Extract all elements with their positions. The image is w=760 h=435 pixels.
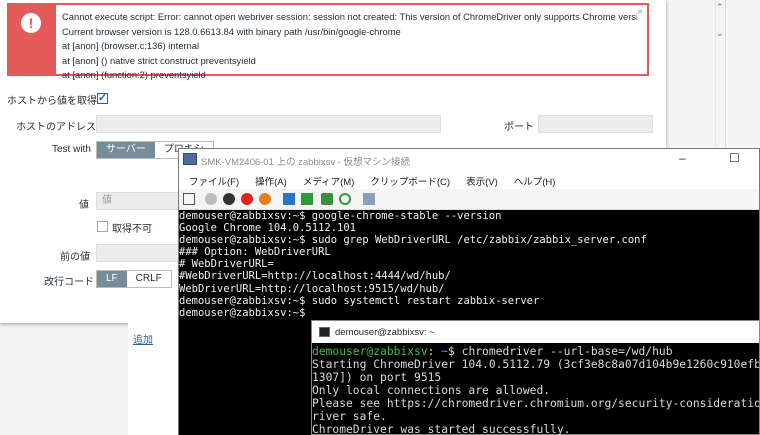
divider: [715, 0, 716, 148]
output-line: Only local connections are allowed.: [312, 384, 551, 397]
pause-icon[interactable]: [283, 193, 295, 205]
chevron-down-icon[interactable]: ⌄: [716, 28, 724, 39]
fetch-from-host-label: ホストから値を取得: [7, 96, 97, 107]
vm-menu-bar: ファイル(F) 操作(A) メディア(M) クリップボード(C) 表示(V) ヘ…: [179, 171, 759, 189]
terminal-title-bar: demouser@zabbixsv: ~: [312, 321, 759, 343]
previous-value-label: 前の値: [60, 252, 90, 263]
menu-media[interactable]: メディア(M): [293, 171, 361, 189]
chevron-up-icon[interactable]: ⌃: [716, 2, 724, 13]
output-line: Please see https://chromedriver.chromium…: [312, 397, 759, 410]
fetch-from-host-checkbox[interactable]: [97, 91, 108, 104]
terminal-output[interactable]: demouser@zabbixsv: ~$ chromedriver --url…: [312, 345, 759, 435]
save-state-icon[interactable]: [259, 193, 271, 205]
prompt-user: demouser@zabbixsv: [312, 345, 428, 358]
prompt-command: $ chromedriver --url-base=/wd/hub: [448, 345, 673, 358]
test-with-label: Test with: [52, 144, 91, 155]
terminal-line: demouser@zabbixsv:~$ sudo grep WebDriver…: [179, 234, 647, 247]
output-line: river safe.: [312, 410, 387, 423]
error-line: Current browser version is 128.0.6613.84…: [62, 25, 401, 37]
error-line: Cannot execute script: Error: cannot ope…: [62, 11, 637, 22]
ctrl-alt-del-icon[interactable]: [183, 193, 195, 205]
error-message-box: ! Cannot execute script: Error: cannot o…: [7, 3, 649, 80]
terminal-line: # WebDriverURL=: [179, 258, 274, 271]
newline-label: 改行コード: [44, 277, 94, 288]
add-link[interactable]: 追加: [133, 331, 153, 346]
checkpoint-icon[interactable]: [321, 193, 333, 205]
background-panel: ⌃ ⌄: [653, 0, 760, 148]
value-label: 値: [79, 200, 89, 211]
terminal-icon: [319, 327, 330, 337]
terminal-line: WebDriverURL=http://localhost:9515/wd/hu…: [179, 282, 445, 295]
value-input[interactable]: 値: [96, 192, 186, 210]
test-with-server-option[interactable]: サーバー: [97, 142, 155, 158]
error-text: Cannot execute script: Error: cannot ope…: [62, 10, 637, 83]
reset-icon[interactable]: [301, 193, 313, 205]
error-line: at [anon] () native strict construct pre…: [62, 54, 256, 66]
start-icon[interactable]: [205, 193, 217, 205]
error-side-bar: !: [9, 5, 56, 74]
previous-value-input[interactable]: [96, 244, 186, 262]
terminal-line: Google Chrome 104.0.5112.101: [179, 222, 357, 235]
terminal-line: demouser@zabbixsv:~$ google-chrome-stabl…: [179, 210, 502, 222]
vm-toolbar: [179, 189, 759, 210]
output-line: ChromeDriver was started successfully.: [312, 423, 571, 435]
host-address-input[interactable]: [96, 115, 441, 133]
enhanced-session-icon[interactable]: [363, 193, 375, 205]
prompt-line: demouser@zabbixsv: ~$ chromedriver --url…: [312, 345, 759, 358]
divider: [725, 0, 726, 148]
exclamation-icon: !: [21, 13, 41, 33]
vm-window-title: SMK-VM2406-01 上の zabbixsv - 仮想マシン接続: [201, 157, 411, 168]
newline-toggle: LF CRLF: [96, 270, 172, 288]
vm-monitor-icon: [183, 153, 197, 165]
close-icon[interactable]: ×: [637, 7, 643, 18]
output-line: Starting ChromeDriver 104.0.5112.79 (3cf…: [312, 358, 759, 371]
port-input[interactable]: [538, 115, 653, 133]
revert-icon[interactable]: [339, 193, 351, 205]
menu-view[interactable]: 表示(V): [456, 171, 504, 189]
newline-crlf-option[interactable]: CRLF: [126, 271, 171, 287]
menu-file[interactable]: ファイル(F): [179, 171, 245, 189]
terminal-line: demouser@zabbixsv:~$: [179, 306, 306, 319]
port-label: ポート: [504, 122, 534, 133]
terminal-line: demouser@zabbixsv:~$ sudo systemctl rest…: [179, 294, 540, 307]
menu-help[interactable]: ヘルプ(H): [504, 171, 562, 189]
vm-title-bar: SMK-VM2406-01 上の zabbixsv - 仮想マシン接続 – ☐: [179, 149, 759, 171]
not-supported-label: 取得不可: [112, 224, 152, 235]
maximize-icon[interactable]: ☐: [729, 151, 740, 165]
shutdown-icon[interactable]: [241, 193, 253, 205]
newline-lf-option[interactable]: LF: [97, 271, 127, 287]
error-line: at [anon] (function:2) preventsyield: [62, 69, 206, 80]
minimize-icon[interactable]: –: [679, 151, 686, 165]
error-line: at [anon] (browser.c:136) internal: [62, 40, 200, 51]
host-address-label: ホストのアドレス: [16, 122, 96, 133]
terminal-line: #WebDriverURL=http://localhost:4444/wd/h…: [179, 270, 451, 283]
not-supported-checkbox[interactable]: [97, 221, 108, 232]
terminal-line: ### Option: WebDriverURL: [179, 246, 331, 259]
menu-action[interactable]: 操作(A): [245, 171, 293, 189]
output-line: 1307]) on port 9515: [312, 371, 442, 384]
prompt-dir: ~: [434, 345, 449, 358]
ssh-terminal-window: demouser@zabbixsv: ~ demouser@zabbixsv: …: [311, 320, 760, 435]
terminal-window-title: demouser@zabbixsv: ~: [335, 327, 435, 338]
turn-off-icon[interactable]: [223, 193, 235, 205]
menu-clipboard[interactable]: クリップボード(C): [360, 171, 456, 189]
